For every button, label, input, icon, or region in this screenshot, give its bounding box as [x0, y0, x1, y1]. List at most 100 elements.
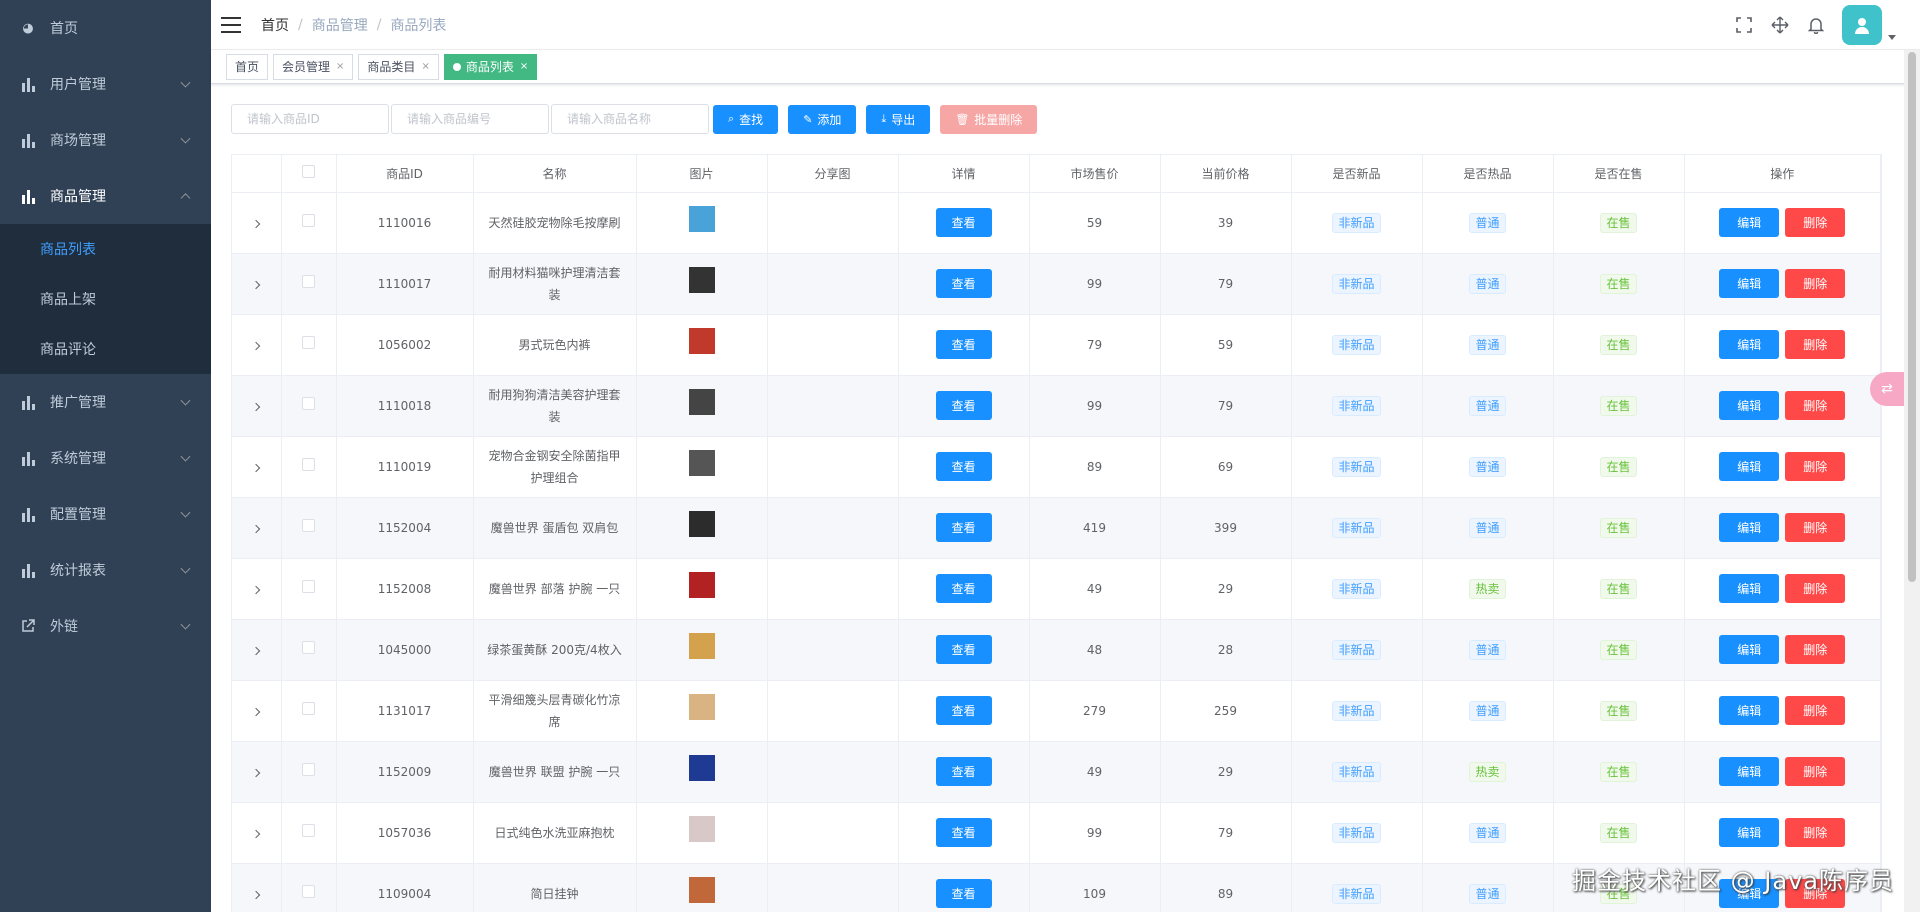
row-checkbox[interactable]: [302, 823, 315, 837]
sidebar-item-users[interactable]: 用户管理: [0, 56, 211, 112]
tag-member[interactable]: 会员管理 ×: [273, 53, 354, 80]
bell-icon[interactable]: [1798, 7, 1834, 43]
view-button[interactable]: 查看: [935, 452, 992, 481]
view-button[interactable]: 查看: [935, 391, 992, 420]
translate-icon[interactable]: ⇄: [1870, 372, 1904, 406]
delete-button[interactable]: 删除: [1785, 208, 1846, 237]
edit-button[interactable]: 编辑: [1719, 818, 1780, 847]
view-button[interactable]: 查看: [935, 574, 992, 603]
delete-button[interactable]: 删除: [1785, 635, 1846, 664]
edit-button[interactable]: 编辑: [1719, 513, 1780, 542]
edit-button[interactable]: 编辑: [1719, 696, 1780, 725]
export-button[interactable]: ⤓ 导出: [866, 104, 931, 134]
expand-cell[interactable]: [232, 192, 282, 254]
sidebar-item-link[interactable]: 外链: [0, 598, 211, 654]
row-checkbox[interactable]: [302, 701, 315, 715]
row-checkbox[interactable]: [302, 762, 315, 776]
edit-button[interactable]: 编辑: [1719, 208, 1780, 237]
scrollbar-thumb[interactable]: [1908, 52, 1916, 582]
tag-category[interactable]: 商品类目 ×: [358, 53, 439, 80]
select-all-checkbox[interactable]: [302, 165, 315, 179]
close-icon[interactable]: ×: [336, 61, 344, 72]
expand-cell[interactable]: [232, 558, 282, 620]
sidebar-item-system[interactable]: 系统管理: [0, 430, 211, 486]
breadcrumb-item[interactable]: 商品管理: [312, 15, 368, 35]
goods-sn-input[interactable]: [391, 104, 549, 134]
delete-button[interactable]: 删除: [1785, 757, 1846, 786]
chevron-right-icon[interactable]: [252, 707, 261, 716]
chevron-right-icon[interactable]: [252, 402, 261, 411]
goods-name-input[interactable]: [551, 104, 709, 134]
row-checkbox[interactable]: [302, 457, 315, 471]
view-button[interactable]: 查看: [935, 330, 992, 359]
goods-thumbnail[interactable]: [688, 572, 715, 598]
edit-button[interactable]: 编辑: [1719, 635, 1780, 664]
row-checkbox[interactable]: [302, 213, 315, 227]
sidebar-item-promotion[interactable]: 推广管理: [0, 374, 211, 430]
sidebar-item-goods[interactable]: 商品管理: [0, 168, 211, 224]
expand-cell[interactable]: [232, 497, 282, 559]
delete-button[interactable]: 删除: [1785, 269, 1846, 298]
sidebar-subitem-goods-list[interactable]: 商品列表: [0, 224, 211, 274]
sidebar-item-stat[interactable]: 统计报表: [0, 542, 211, 598]
chevron-right-icon[interactable]: [252, 585, 261, 594]
close-icon[interactable]: ×: [520, 61, 528, 72]
goods-thumbnail[interactable]: [688, 877, 715, 903]
view-button[interactable]: 查看: [935, 818, 992, 847]
view-button[interactable]: 查看: [935, 269, 992, 298]
edit-button[interactable]: 编辑: [1719, 391, 1780, 420]
breadcrumb-item[interactable]: 首页: [261, 15, 289, 35]
delete-button[interactable]: 删除: [1785, 330, 1846, 359]
hamburger-icon[interactable]: [221, 16, 241, 33]
expand-cell[interactable]: [232, 253, 282, 315]
delete-button[interactable]: 删除: [1785, 574, 1846, 603]
tag-goods-list[interactable]: 商品列表 ×: [443, 53, 538, 80]
delete-button[interactable]: 删除: [1785, 391, 1846, 420]
goods-thumbnail[interactable]: [688, 694, 715, 720]
goods-thumbnail[interactable]: [688, 267, 715, 293]
sidebar-item-config[interactable]: 配置管理: [0, 486, 211, 542]
row-checkbox[interactable]: [302, 579, 315, 593]
goods-thumbnail[interactable]: [688, 816, 715, 842]
chevron-right-icon[interactable]: [252, 829, 261, 838]
view-button[interactable]: 查看: [935, 513, 992, 542]
page-scrollbar[interactable]: [1904, 50, 1920, 912]
row-checkbox[interactable]: [302, 335, 315, 349]
size-select-icon[interactable]: [1762, 7, 1798, 43]
goods-thumbnail[interactable]: [688, 450, 715, 476]
chevron-right-icon[interactable]: [252, 341, 261, 350]
view-button[interactable]: 查看: [935, 635, 992, 664]
avatar[interactable]: [1842, 5, 1882, 45]
chevron-right-icon[interactable]: [252, 463, 261, 472]
expand-cell[interactable]: [232, 863, 282, 912]
search-button[interactable]: ⌕ 查找: [713, 104, 779, 134]
delete-button[interactable]: 删除: [1785, 818, 1846, 847]
sidebar-item-mall[interactable]: 商场管理: [0, 112, 211, 168]
sidebar-subitem-goods-comment[interactable]: 商品评论: [0, 324, 211, 374]
delete-button[interactable]: 删除: [1785, 452, 1846, 481]
chevron-right-icon[interactable]: [252, 524, 261, 533]
edit-button[interactable]: 编辑: [1719, 330, 1780, 359]
edit-button[interactable]: 编辑: [1719, 452, 1780, 481]
view-button[interactable]: 查看: [935, 879, 992, 908]
edit-button[interactable]: 编辑: [1719, 757, 1780, 786]
view-button[interactable]: 查看: [935, 696, 992, 725]
goods-thumbnail[interactable]: [688, 755, 715, 781]
delete-button[interactable]: 删除: [1785, 513, 1846, 542]
expand-cell[interactable]: [232, 802, 282, 864]
delete-button[interactable]: 删除: [1785, 696, 1846, 725]
chevron-right-icon[interactable]: [252, 646, 261, 655]
chevron-right-icon[interactable]: [252, 768, 261, 777]
edit-button[interactable]: 编辑: [1719, 269, 1780, 298]
goods-id-input[interactable]: [231, 104, 389, 134]
chevron-right-icon[interactable]: [252, 219, 261, 228]
row-checkbox[interactable]: [302, 396, 315, 410]
sidebar-subitem-goods-create[interactable]: 商品上架: [0, 274, 211, 324]
fullscreen-icon[interactable]: [1726, 7, 1762, 43]
row-checkbox[interactable]: [302, 884, 315, 898]
edit-button[interactable]: 编辑: [1719, 574, 1780, 603]
tag-home[interactable]: 首页: [226, 53, 269, 80]
expand-cell[interactable]: [232, 619, 282, 681]
row-checkbox[interactable]: [302, 518, 315, 532]
expand-cell[interactable]: [232, 375, 282, 437]
